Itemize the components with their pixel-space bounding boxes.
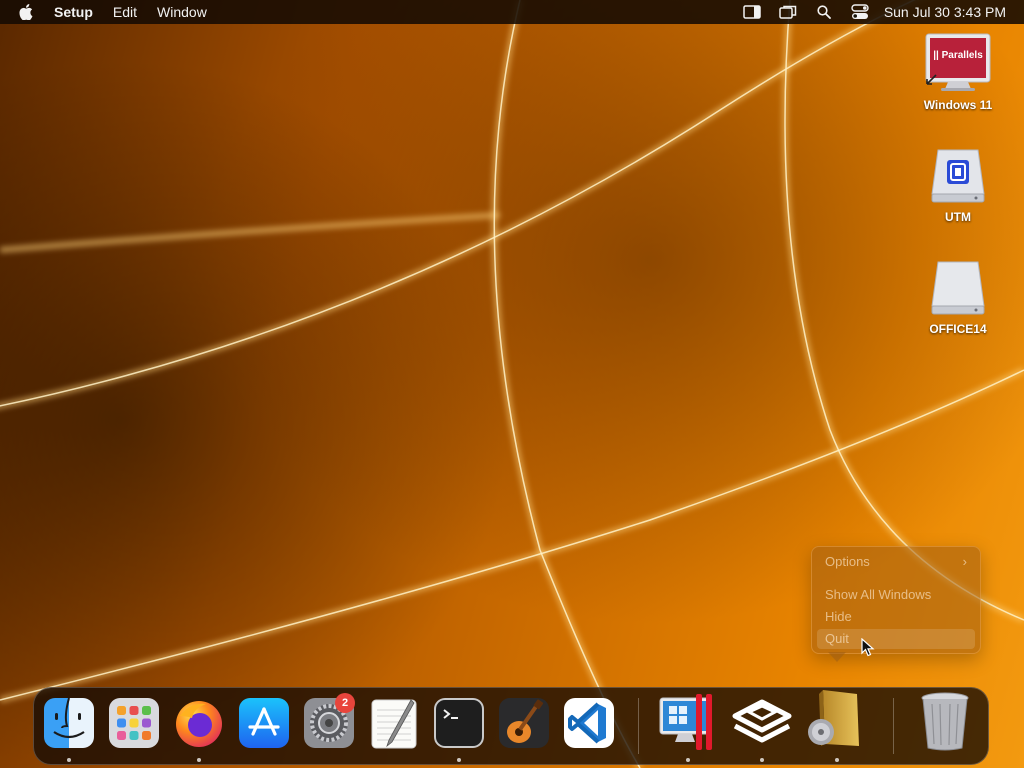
chevron-right-icon: › xyxy=(962,554,967,569)
menu-item-quit[interactable]: Quit xyxy=(817,629,975,649)
app-store-icon xyxy=(239,698,289,748)
context-menu-pointer xyxy=(828,652,846,662)
desktop-item-utm[interactable]: UTM xyxy=(908,146,1008,224)
dock-app-parallels-desktop[interactable] xyxy=(656,694,712,762)
menu-item-options[interactable]: Options › xyxy=(817,552,975,572)
desktop-item-label: Windows 11 xyxy=(923,98,993,112)
running-indicator xyxy=(197,758,201,762)
apple-menu-icon[interactable] xyxy=(8,4,44,20)
dock-app-app-store[interactable] xyxy=(237,696,291,750)
running-indicator xyxy=(835,758,839,762)
screen-mirroring-icon[interactable] xyxy=(770,0,806,24)
menu-item-show-all-windows[interactable]: Show All Windows xyxy=(817,585,975,605)
running-indicator xyxy=(457,758,461,762)
desktop-item-label: UTM xyxy=(945,210,971,224)
launchpad-icon xyxy=(109,698,159,748)
dock-app-launchpad[interactable] xyxy=(107,696,161,750)
desktop-item-office14[interactable]: OFFICE14 xyxy=(908,258,1008,336)
control-center-icon[interactable] xyxy=(842,0,878,24)
menu-bar-clock[interactable]: Sun Jul 30 3:43 PM xyxy=(878,0,1024,24)
dock-context-menu: Options › Show All Windows Hide Quit xyxy=(811,546,981,654)
desktop-item-label: OFFICE14 xyxy=(929,322,987,336)
dock: 2 xyxy=(33,687,989,765)
vscode-icon xyxy=(564,698,614,748)
notification-badge: 2 xyxy=(335,693,355,713)
parallels-icon xyxy=(659,694,712,750)
mouse-pointer-icon xyxy=(861,638,875,657)
dock-app-textedit[interactable] xyxy=(367,696,421,750)
terminal-icon xyxy=(434,698,484,748)
dock-app-garageband[interactable] xyxy=(497,696,551,750)
garageband-icon xyxy=(499,698,549,748)
utm-disk-icon xyxy=(931,149,985,203)
dock-app-setup-assistant[interactable] xyxy=(729,696,792,762)
parallels-vm-icon xyxy=(925,33,991,91)
menu-item-label: Options xyxy=(825,554,870,569)
sidebar-icon[interactable] xyxy=(734,0,770,24)
dock-app-trash[interactable] xyxy=(918,692,972,751)
dock-app-office-installer[interactable] xyxy=(807,690,861,762)
dock-app-system-settings[interactable]: 2 xyxy=(302,693,356,750)
firefox-icon xyxy=(176,701,222,747)
installer-icon xyxy=(808,690,859,746)
app-menu-setup[interactable]: Setup xyxy=(44,0,103,24)
running-indicator xyxy=(67,758,71,762)
dock-separator xyxy=(638,698,639,754)
running-indicator xyxy=(760,758,764,762)
desktop-item-windows-11[interactable]: || Parallels Windows 11 xyxy=(908,32,1008,112)
parallels-logo-text: || Parallels xyxy=(933,50,983,61)
finder-icon xyxy=(44,697,94,748)
desktop[interactable]: Setup Edit Window Sun Jul 30 3:43 PM || … xyxy=(0,0,1024,768)
running-indicator xyxy=(686,758,690,762)
textedit-icon xyxy=(371,699,417,749)
dock-app-finder[interactable] xyxy=(42,696,96,762)
dock-separator xyxy=(893,698,894,754)
menu-window[interactable]: Window xyxy=(147,0,217,24)
dock-app-firefox[interactable] xyxy=(172,696,226,762)
menu-bar: Setup Edit Window Sun Jul 30 3:43 PM xyxy=(0,0,1024,24)
dock-app-vscode[interactable] xyxy=(562,696,616,750)
trash-icon xyxy=(921,692,969,751)
menu-item-hide[interactable]: Hide xyxy=(817,607,975,627)
disk-icon xyxy=(931,261,985,315)
dock-app-terminal[interactable] xyxy=(432,696,486,762)
menu-edit[interactable]: Edit xyxy=(103,0,147,24)
search-icon[interactable] xyxy=(806,0,842,24)
setup-layers-icon xyxy=(732,699,792,743)
